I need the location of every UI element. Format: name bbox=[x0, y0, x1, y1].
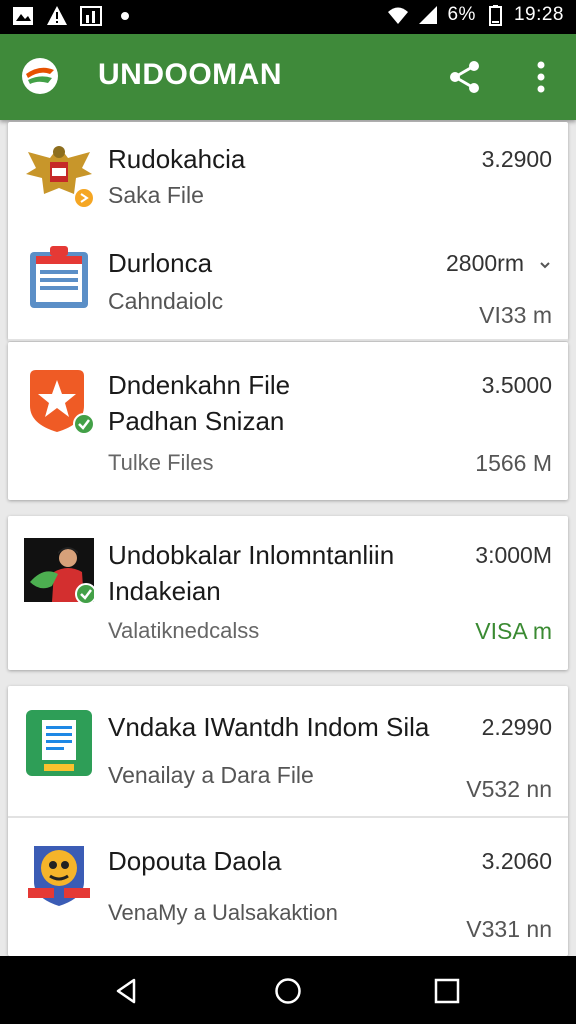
dot-icon bbox=[121, 12, 129, 20]
item-value: 3.2060 bbox=[481, 848, 552, 874]
list-item[interactable]: Rudokahcia Saka File 3.2900 bbox=[8, 122, 568, 226]
battery-percent: 6% bbox=[447, 4, 476, 25]
card-group-1: Rudokahcia Saka File 3.2900 Durlonca Cah… bbox=[8, 122, 568, 341]
list-item[interactable]: Vndaka IWantdh Indom Sila Venailay a Dar… bbox=[8, 686, 568, 816]
badge-emblem-icon bbox=[28, 846, 90, 906]
home-icon[interactable] bbox=[273, 976, 303, 1006]
item-subtitle: Cahndaiolc bbox=[108, 288, 224, 314]
list-item[interactable]: Durlonca Cahndaiolc 2800rm VI33 m bbox=[8, 226, 568, 340]
item-value: 2.2990 bbox=[481, 714, 552, 740]
card-group-4: Vndaka IWantdh Indom Sila Venailay a Dar… bbox=[8, 686, 568, 956]
warning-icon bbox=[47, 6, 67, 25]
list-item[interactable]: Dndenkahn File Padhan Snizan Tulke Files… bbox=[8, 342, 568, 500]
item-value: 3.5000 bbox=[481, 372, 552, 398]
battery-icon bbox=[488, 5, 502, 26]
item-size: 1566 M bbox=[475, 450, 552, 476]
clock: 19:28 bbox=[513, 4, 564, 25]
garuda-emblem-icon bbox=[26, 146, 93, 207]
item-title: Dopouta Daola bbox=[108, 846, 282, 876]
item-value: 3.2900 bbox=[481, 146, 552, 172]
item-title: Vndaka IWantdh Indom Sila bbox=[108, 712, 430, 742]
item-size: VISA m bbox=[475, 618, 552, 644]
app-logo-icon[interactable] bbox=[20, 56, 60, 96]
item-value: 3:000M bbox=[475, 542, 552, 568]
item-subtitle: Saka File bbox=[108, 182, 204, 208]
divider bbox=[8, 339, 568, 341]
item-title: Dndenkahn File bbox=[108, 370, 291, 400]
item-title: Rudokahcia bbox=[108, 144, 246, 174]
chart-icon bbox=[80, 6, 102, 26]
chevron-down-icon[interactable] bbox=[538, 258, 552, 272]
recents-icon[interactable] bbox=[432, 976, 462, 1006]
item-value: 2800rm bbox=[446, 250, 524, 276]
card-group-2: Dndenkahn File Padhan Snizan Tulke Files… bbox=[8, 342, 568, 500]
back-icon[interactable] bbox=[112, 976, 142, 1006]
item-title: Durlonca bbox=[108, 248, 213, 278]
calendar-clipboard-icon bbox=[30, 246, 88, 308]
item-detail: Valatiknedcalss bbox=[108, 618, 260, 643]
app-title: UNDOOMAN bbox=[98, 58, 282, 91]
item-title: Undobkalar Inlomntanliin bbox=[108, 540, 395, 570]
orange-star-badge-icon bbox=[30, 370, 94, 435]
person-photo-icon bbox=[24, 538, 94, 605]
signal-icon bbox=[419, 6, 438, 24]
more-vert-icon[interactable] bbox=[526, 58, 556, 96]
navigation-bar bbox=[0, 956, 576, 1024]
item-subtitle: VenaMy a Ualsakaktion bbox=[108, 900, 338, 925]
item-subtitle: Venailay a Dara File bbox=[108, 762, 314, 788]
item-size: V532 nn bbox=[466, 776, 552, 802]
item-size: VI33 m bbox=[479, 302, 552, 328]
image-icon bbox=[13, 7, 33, 25]
item-size: V331 nn bbox=[466, 916, 552, 942]
app-bar: UNDOOMAN bbox=[0, 34, 576, 120]
green-document-icon bbox=[26, 710, 92, 776]
list-item[interactable]: Undobkalar Inlomntanliin Indakeian Valat… bbox=[8, 516, 568, 670]
share-icon[interactable] bbox=[446, 58, 484, 96]
list-item[interactable]: Dopouta Daola VenaMy a Ualsakaktion 3.20… bbox=[8, 818, 568, 956]
card-group-3: Undobkalar Inlomntanliin Indakeian Valat… bbox=[8, 516, 568, 670]
item-detail: Tulke Files bbox=[108, 450, 214, 475]
item-subtitle: Indakeian bbox=[108, 576, 221, 606]
item-subtitle: Padhan Snizan bbox=[108, 406, 285, 436]
wifi-icon bbox=[388, 7, 409, 24]
status-bar: 6% 19:28 bbox=[0, 0, 576, 34]
